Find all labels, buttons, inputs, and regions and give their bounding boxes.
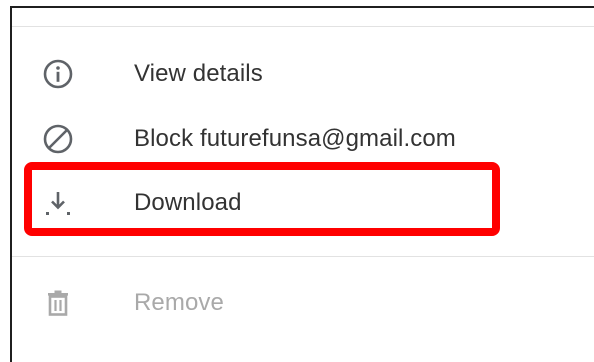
menu-divider-top bbox=[12, 26, 594, 27]
menu-item-label: View details bbox=[134, 60, 263, 87]
menu-divider-bottom bbox=[12, 256, 594, 257]
trash-icon bbox=[42, 287, 74, 319]
info-icon bbox=[42, 58, 74, 90]
download-icon bbox=[42, 187, 74, 219]
menu-item-view-details[interactable]: View details bbox=[12, 46, 594, 102]
menu-item-label: Download bbox=[134, 189, 242, 216]
context-menu: View details Block futurefunsa@gmail.com bbox=[10, 6, 594, 362]
screenshot-stage: View details Block futurefunsa@gmail.com bbox=[0, 0, 594, 362]
menu-item-download[interactable]: Download bbox=[12, 175, 594, 231]
menu-item-label: Block futurefunsa@gmail.com bbox=[134, 125, 456, 152]
menu-item-remove[interactable]: Remove bbox=[12, 275, 594, 331]
menu-item-block-sender[interactable]: Block futurefunsa@gmail.com bbox=[12, 111, 594, 167]
block-icon bbox=[42, 123, 74, 155]
menu-item-label: Remove bbox=[134, 289, 224, 316]
